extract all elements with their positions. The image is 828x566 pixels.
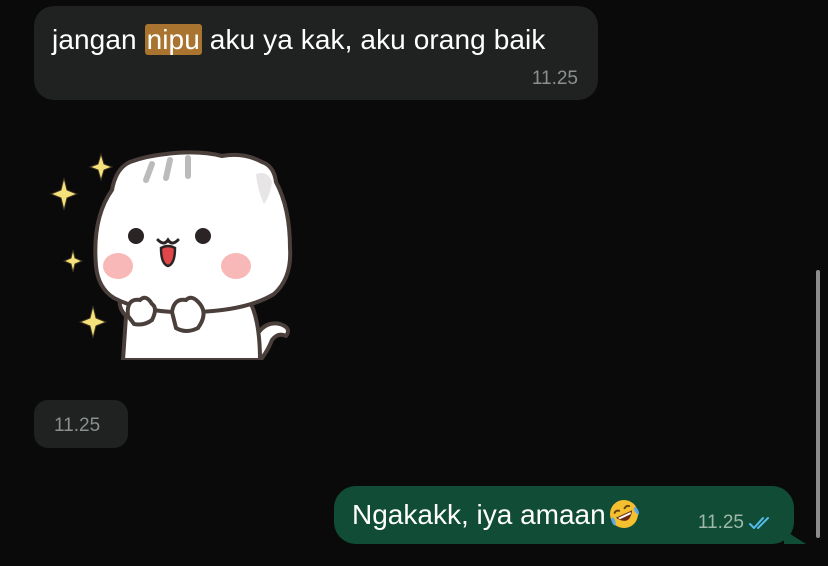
cat-sticker-icon[interactable] (48, 148, 298, 362)
message-text-before: jangan (52, 24, 145, 55)
sticker-time-badge: 11.25 (34, 400, 128, 448)
chat-area[interactable]: jangan nipu aku ya kak, aku orang baik 1… (0, 0, 828, 566)
sticker-time: 11.25 (54, 415, 101, 436)
message-time: 11.25 (531, 68, 578, 89)
message-text: jangan nipu aku ya kak, aku orang baik (52, 24, 545, 56)
message-text: Ngakakk, iya amaan (352, 498, 640, 537)
bubble-tail (784, 530, 806, 544)
rolling-on-floor-laughing-icon (608, 498, 640, 537)
outgoing-text: Ngakakk, iya amaan (352, 499, 606, 530)
incoming-message-bubble[interactable]: jangan nipu aku ya kak, aku orang baik 1… (34, 6, 598, 100)
search-highlight: nipu (144, 24, 202, 55)
message-text-after: aku ya kak, aku orang baik (201, 24, 546, 55)
double-check-icon (748, 515, 774, 537)
outgoing-message-bubble[interactable]: Ngakakk, iya amaan 11.25 (334, 486, 806, 544)
scrollbar[interactable] (816, 270, 820, 538)
message-meta: 11.25 (698, 512, 774, 537)
message-time: 11.25 (697, 512, 744, 533)
